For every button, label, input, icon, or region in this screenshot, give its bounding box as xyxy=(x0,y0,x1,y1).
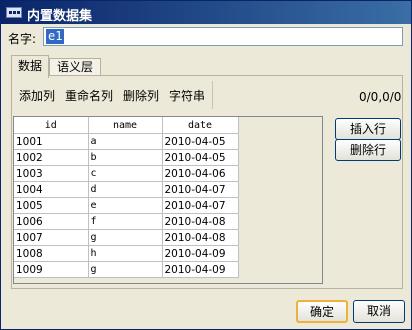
table-cell-name[interactable]: g xyxy=(88,261,163,278)
string-type-button[interactable]: 字符串 xyxy=(169,87,205,104)
column-header-name[interactable]: name xyxy=(88,117,163,134)
window-title: 内置数据集 xyxy=(27,9,93,24)
table-row[interactable]: 1003 c 2010-04-06 xyxy=(14,165,239,182)
data-grid[interactable]: id name date 1001 a 2010-04-05 1002 b 2010-04… xyxy=(13,116,323,284)
table-row[interactable]: 1009 g 2010-04-09 xyxy=(14,261,239,278)
toolbar-divider xyxy=(212,81,213,109)
table-cell-date[interactable]: 2010-04-07 xyxy=(162,197,239,214)
name-input-value: e1 xyxy=(46,29,65,44)
data-table: id name date 1001 a 2010-04-05 1002 b 2010-04… xyxy=(14,117,239,278)
tab-semantic-layer[interactable]: 语义层 xyxy=(49,58,101,76)
table-cell-id[interactable]: 1004 xyxy=(14,181,89,198)
column-header-id[interactable]: id xyxy=(14,117,89,134)
table-row[interactable]: 1008 h 2010-04-09 xyxy=(14,245,239,262)
dataset-icon xyxy=(6,7,22,18)
title-bar[interactable]: 内置数据集 xyxy=(1,1,411,24)
table-cell-id[interactable]: 1009 xyxy=(14,261,89,278)
tab-data[interactable]: 数据 xyxy=(11,55,49,78)
column-toolbar: 添加列 重命名列 删除列 字符串 xyxy=(15,81,215,109)
table-cell-id[interactable]: 1008 xyxy=(14,245,89,262)
table-cell-date[interactable]: 2010-04-09 xyxy=(162,261,239,278)
table-row[interactable]: 1005 e 2010-04-07 xyxy=(14,197,239,214)
table-cell-date[interactable]: 2010-04-08 xyxy=(162,229,239,246)
table-cell-name[interactable]: h xyxy=(88,245,163,262)
table-cell-id[interactable]: 1005 xyxy=(14,197,89,214)
name-input[interactable]: e1 xyxy=(43,27,403,46)
table-row[interactable]: 1001 a 2010-04-05 xyxy=(14,133,239,150)
table-cell-id[interactable]: 1001 xyxy=(14,133,89,150)
table-cell-name[interactable]: f xyxy=(88,213,163,230)
table-cell-date[interactable]: 2010-04-06 xyxy=(162,165,239,182)
delete-row-button[interactable]: 删除行 xyxy=(335,139,401,161)
table-cell-id[interactable]: 1003 xyxy=(14,165,89,182)
selection-counter: 0/0,0/0 xyxy=(359,90,402,104)
table-cell-name[interactable]: d xyxy=(88,181,163,198)
table-cell-date[interactable]: 2010-04-05 xyxy=(162,133,239,150)
table-cell-date[interactable]: 2010-04-07 xyxy=(162,181,239,198)
table-cell-name[interactable]: b xyxy=(88,149,163,166)
ok-button[interactable]: 确定 xyxy=(296,300,348,323)
table-cell-name[interactable]: g xyxy=(88,229,163,246)
dialog-window: 内置数据集 名字: e1 语义层 数据 添加列 重命名列 删除列 字符串 0/0… xyxy=(0,0,412,330)
table-cell-id[interactable]: 1006 xyxy=(14,213,89,230)
add-column-button[interactable]: 添加列 xyxy=(19,87,55,104)
table-cell-date[interactable]: 2010-04-05 xyxy=(162,149,239,166)
table-row[interactable]: 1002 b 2010-04-05 xyxy=(14,149,239,166)
table-cell-name[interactable]: e xyxy=(88,197,163,214)
table-cell-name[interactable]: c xyxy=(88,165,163,182)
rename-column-button[interactable]: 重命名列 xyxy=(65,87,113,104)
table-cell-date[interactable]: 2010-04-09 xyxy=(162,245,239,262)
table-cell-id[interactable]: 1007 xyxy=(14,229,89,246)
table-row[interactable]: 1004 d 2010-04-07 xyxy=(14,181,239,198)
name-label: 名字: xyxy=(8,32,37,46)
table-header-row: id name date xyxy=(14,117,239,134)
insert-row-button[interactable]: 插入行 xyxy=(335,118,401,140)
cancel-button[interactable]: 取消 xyxy=(353,300,405,323)
delete-column-button[interactable]: 删除列 xyxy=(123,87,159,104)
table-cell-date[interactable]: 2010-04-08 xyxy=(162,213,239,230)
table-cell-name[interactable]: a xyxy=(88,133,163,150)
table-cell-id[interactable]: 1002 xyxy=(14,149,89,166)
table-row[interactable]: 1006 f 2010-04-08 xyxy=(14,213,239,230)
column-header-date[interactable]: date xyxy=(162,117,239,134)
table-row[interactable]: 1007 g 2010-04-08 xyxy=(14,229,239,246)
